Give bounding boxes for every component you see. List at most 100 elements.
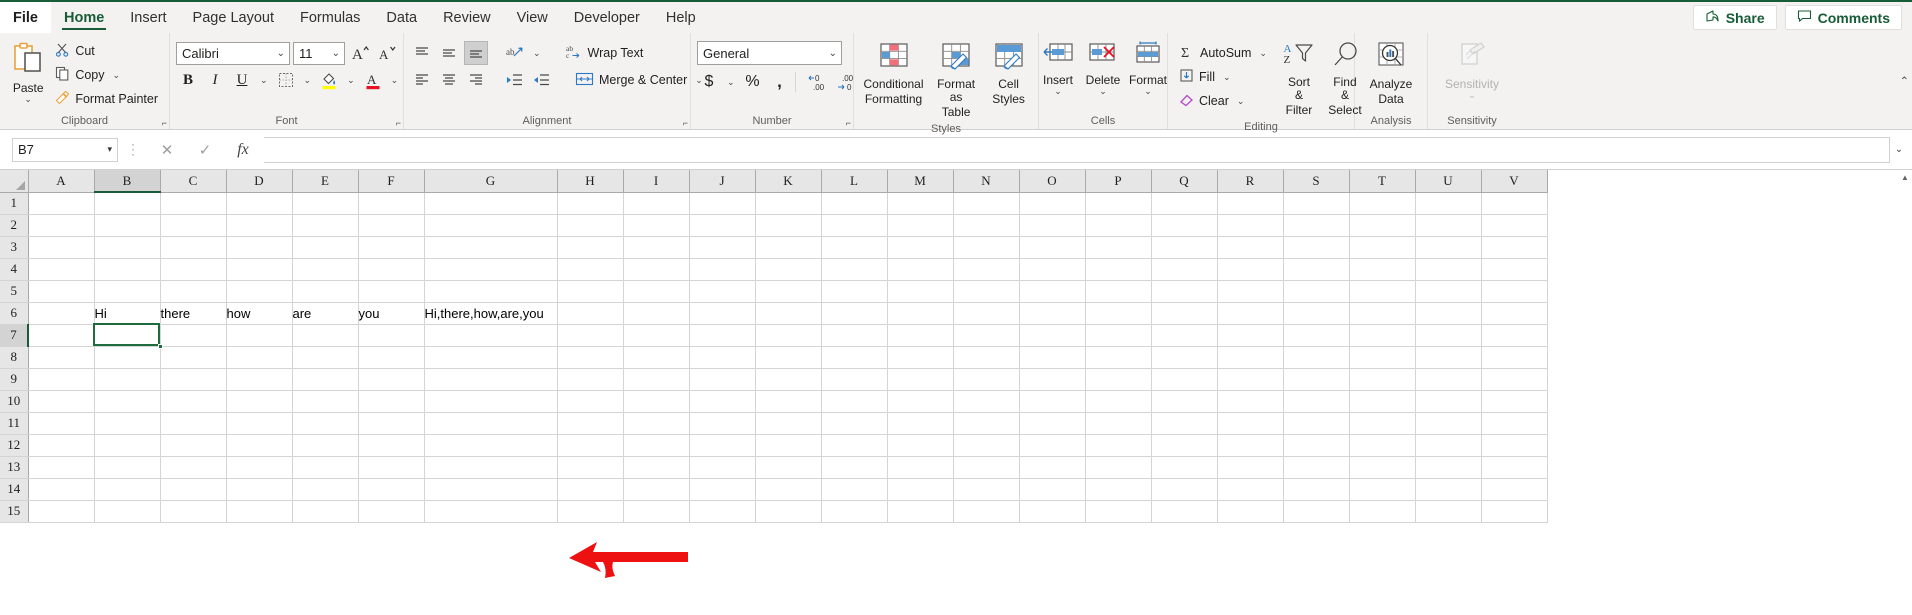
- cell-T15[interactable]: [1349, 500, 1415, 522]
- row-header-1[interactable]: 1: [0, 192, 28, 214]
- align-center-button[interactable]: [437, 68, 461, 92]
- format-chevron-down-icon[interactable]: ⌄: [1144, 87, 1152, 96]
- cell-H11[interactable]: [557, 412, 623, 434]
- cell-R5[interactable]: [1217, 280, 1283, 302]
- select-all-corner[interactable]: [0, 170, 28, 192]
- cell-A7[interactable]: [28, 324, 94, 346]
- column-header-k[interactable]: K: [755, 170, 821, 192]
- cell-S15[interactable]: [1283, 500, 1349, 522]
- cell-H15[interactable]: [557, 500, 623, 522]
- cell-N12[interactable]: [953, 434, 1019, 456]
- increase-decimal-button[interactable]: 0.00: [805, 70, 831, 94]
- cell-C4[interactable]: [160, 258, 226, 280]
- cell-K14[interactable]: [755, 478, 821, 500]
- increase-font-size-button[interactable]: A: [348, 41, 372, 65]
- cell-N10[interactable]: [953, 390, 1019, 412]
- cell-D12[interactable]: [226, 434, 292, 456]
- cell-F2[interactable]: [358, 214, 424, 236]
- cell-F9[interactable]: [358, 368, 424, 390]
- cell-F4[interactable]: [358, 258, 424, 280]
- cell-E2[interactable]: [292, 214, 358, 236]
- cell-G4[interactable]: [424, 258, 557, 280]
- column-header-d[interactable]: D: [226, 170, 292, 192]
- fill-handle[interactable]: [158, 344, 163, 349]
- cell-S4[interactable]: [1283, 258, 1349, 280]
- cell-G14[interactable]: [424, 478, 557, 500]
- cell-T4[interactable]: [1349, 258, 1415, 280]
- cell-M9[interactable]: [887, 368, 953, 390]
- cell-O3[interactable]: [1019, 236, 1085, 258]
- fill-button[interactable]: Fill ⌄: [1174, 65, 1275, 89]
- align-middle-button[interactable]: [437, 41, 461, 65]
- cell-I8[interactable]: [623, 346, 689, 368]
- cell-M7[interactable]: [887, 324, 953, 346]
- delete-chevron-down-icon[interactable]: ⌄: [1099, 87, 1107, 96]
- cell-P2[interactable]: [1085, 214, 1151, 236]
- cell-G2[interactable]: [424, 214, 557, 236]
- cell-E14[interactable]: [292, 478, 358, 500]
- cell-U10[interactable]: [1415, 390, 1481, 412]
- cell-G3[interactable]: [424, 236, 557, 258]
- cell-I5[interactable]: [623, 280, 689, 302]
- cell-B7[interactable]: [94, 324, 160, 346]
- sensitivity-chevron-down-icon[interactable]: ⌄: [1468, 91, 1476, 100]
- cell-V14[interactable]: [1481, 478, 1547, 500]
- cell-H2[interactable]: [557, 214, 623, 236]
- cell-S14[interactable]: [1283, 478, 1349, 500]
- cell-N5[interactable]: [953, 280, 1019, 302]
- cell-L4[interactable]: [821, 258, 887, 280]
- column-header-q[interactable]: Q: [1151, 170, 1217, 192]
- cell-F8[interactable]: [358, 346, 424, 368]
- paste-chevron-down-icon[interactable]: ⌄: [24, 95, 32, 104]
- cell-A8[interactable]: [28, 346, 94, 368]
- cell-O8[interactable]: [1019, 346, 1085, 368]
- confirm-edit-button[interactable]: ✓: [186, 137, 224, 163]
- cell-E10[interactable]: [292, 390, 358, 412]
- cell-U3[interactable]: [1415, 236, 1481, 258]
- cell-H8[interactable]: [557, 346, 623, 368]
- column-header-j[interactable]: J: [689, 170, 755, 192]
- cell-Q3[interactable]: [1151, 236, 1217, 258]
- cell-T14[interactable]: [1349, 478, 1415, 500]
- cell-R13[interactable]: [1217, 456, 1283, 478]
- cell-D14[interactable]: [226, 478, 292, 500]
- bold-button[interactable]: B: [176, 68, 200, 92]
- cell-I4[interactable]: [623, 258, 689, 280]
- cell-A10[interactable]: [28, 390, 94, 412]
- cell-I11[interactable]: [623, 412, 689, 434]
- cell-L10[interactable]: [821, 390, 887, 412]
- cell-V8[interactable]: [1481, 346, 1547, 368]
- cell-T1[interactable]: [1349, 192, 1415, 214]
- cell-V15[interactable]: [1481, 500, 1547, 522]
- cell-F14[interactable]: [358, 478, 424, 500]
- row-header-15[interactable]: 15: [0, 500, 28, 522]
- cell-H7[interactable]: [557, 324, 623, 346]
- sort-filter-button[interactable]: A Z Sort & Filter: [1277, 39, 1321, 119]
- cell-T5[interactable]: [1349, 280, 1415, 302]
- merge-center-button[interactable]: Merge & Center ⌄: [570, 68, 711, 92]
- cell-I15[interactable]: [623, 500, 689, 522]
- cell-M12[interactable]: [887, 434, 953, 456]
- cell-R9[interactable]: [1217, 368, 1283, 390]
- cell-O11[interactable]: [1019, 412, 1085, 434]
- cell-K15[interactable]: [755, 500, 821, 522]
- cell-N9[interactable]: [953, 368, 1019, 390]
- cell-H6[interactable]: [557, 302, 623, 324]
- alignment-dialog-launcher[interactable]: ⌐: [683, 118, 688, 128]
- clear-chevron-down-icon[interactable]: ⌄: [1234, 96, 1248, 107]
- cell-C11[interactable]: [160, 412, 226, 434]
- cell-F15[interactable]: [358, 500, 424, 522]
- cell-D9[interactable]: [226, 368, 292, 390]
- cell-E11[interactable]: [292, 412, 358, 434]
- cell-Q6[interactable]: [1151, 302, 1217, 324]
- row-header-6[interactable]: 6: [0, 302, 28, 324]
- cell-C10[interactable]: [160, 390, 226, 412]
- cell-N8[interactable]: [953, 346, 1019, 368]
- cell-K2[interactable]: [755, 214, 821, 236]
- cell-E9[interactable]: [292, 368, 358, 390]
- cell-K10[interactable]: [755, 390, 821, 412]
- cell-Q2[interactable]: [1151, 214, 1217, 236]
- cell-D2[interactable]: [226, 214, 292, 236]
- cell-C9[interactable]: [160, 368, 226, 390]
- cell-O13[interactable]: [1019, 456, 1085, 478]
